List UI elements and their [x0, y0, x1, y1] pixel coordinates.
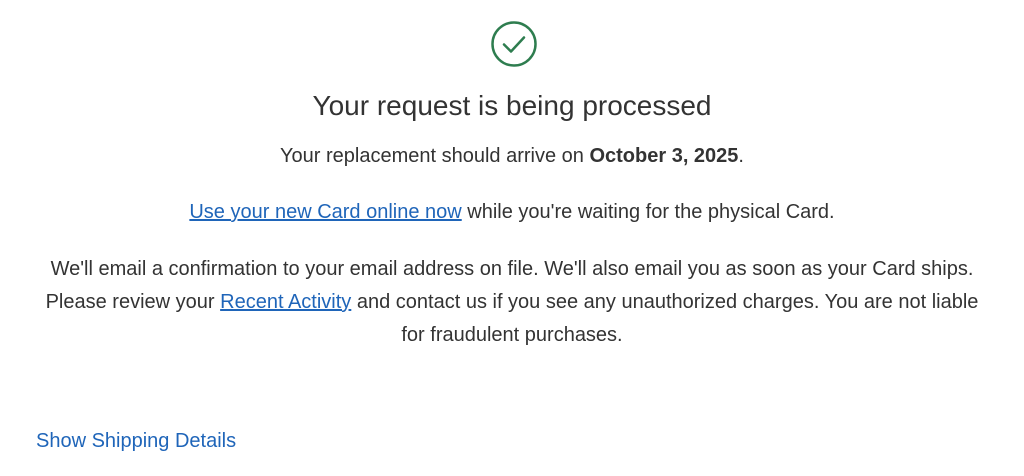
- show-shipping-details-button[interactable]: Show Shipping Details: [36, 427, 236, 455]
- arrival-suffix: .: [738, 145, 744, 167]
- arrival-message: Your replacement should arrive on Octobe…: [0, 142, 1024, 170]
- email-notice: We'll email a confirmation to your email…: [40, 253, 984, 352]
- check-circle-icon: [490, 20, 538, 68]
- notice-text-part2: and contact us if you see any unauthoriz…: [351, 291, 979, 346]
- confirmation-page: Your request is being processed Your rep…: [0, 0, 1024, 476]
- page-title: Your request is being processed: [312, 90, 712, 121]
- online-suffix: while you're waiting for the physical Ca…: [461, 201, 835, 223]
- online-card-message: Use your new Card online now while you'r…: [0, 198, 1024, 226]
- use-card-online-link[interactable]: Use your new Card online now: [189, 201, 461, 223]
- arrival-prefix: Your replacement should arrive on: [280, 145, 590, 167]
- arrival-date: October 3, 2025: [589, 145, 739, 167]
- recent-activity-link[interactable]: Recent Activity: [220, 291, 351, 313]
